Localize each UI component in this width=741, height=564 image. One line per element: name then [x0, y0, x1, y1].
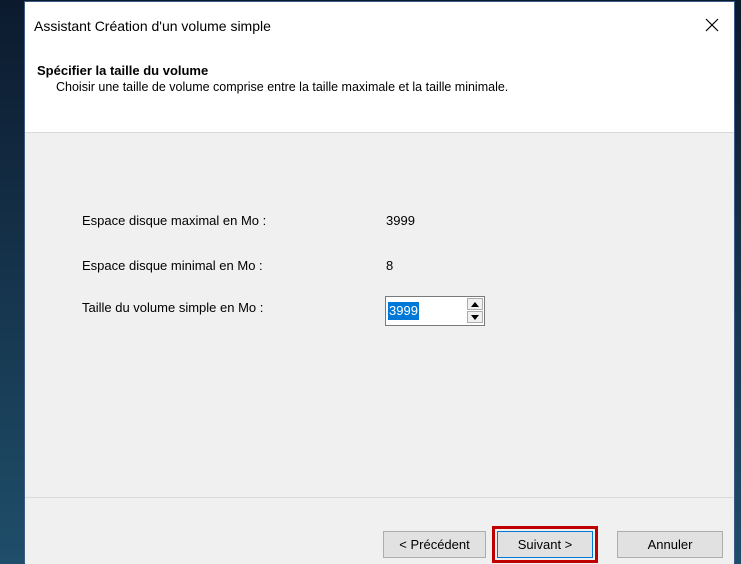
title-bar: Assistant Création d'un volume simple: [25, 2, 734, 49]
min-space-value: 8: [386, 258, 394, 273]
wizard-footer: < Précédent Suivant > Annuler: [25, 497, 734, 564]
page-subtitle: Choisir une taille de volume comprise en…: [56, 80, 509, 94]
previous-button[interactable]: < Précédent: [383, 531, 486, 558]
max-space-label: Espace disque maximal en Mo :: [82, 213, 267, 228]
cancel-button[interactable]: Annuler: [617, 531, 723, 558]
volume-size-input[interactable]: 3999: [388, 302, 419, 320]
new-simple-volume-wizard-dialog: Assistant Création d'un volume simple Sp…: [24, 1, 735, 564]
volume-size-label: Taille du volume simple en Mo :: [82, 300, 264, 315]
volume-size-spinbox[interactable]: 3999: [385, 296, 485, 326]
spin-up-button[interactable]: [467, 298, 483, 310]
desktop-background: Assistant Création d'un volume simple Sp…: [0, 0, 741, 564]
wizard-content: Espace disque maximal en Mo : 3999 Espac…: [25, 133, 734, 497]
min-space-label: Espace disque minimal en Mo :: [82, 258, 263, 273]
page-title: Spécifier la taille du volume: [37, 63, 209, 78]
next-button[interactable]: Suivant >: [492, 526, 598, 563]
close-icon: [705, 18, 719, 32]
spin-down-button[interactable]: [467, 311, 483, 323]
triangle-down-icon: [471, 314, 479, 320]
window-title: Assistant Création d'un volume simple: [34, 18, 271, 34]
spin-buttons: [467, 298, 483, 324]
wizard-header: Spécifier la taille du volume Choisir un…: [25, 49, 734, 133]
close-button[interactable]: [696, 10, 728, 40]
max-space-value: 3999: [386, 213, 415, 228]
triangle-up-icon: [471, 301, 479, 307]
